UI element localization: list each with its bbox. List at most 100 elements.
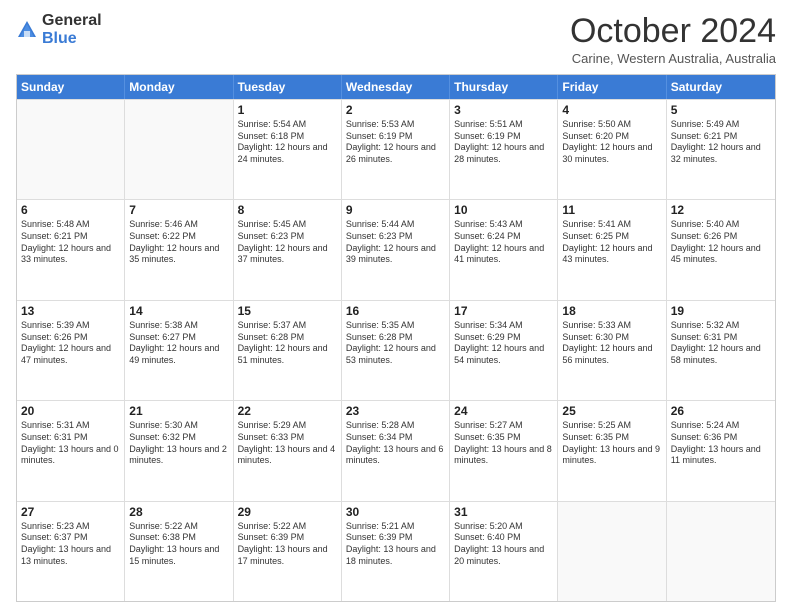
logo-blue-text: Blue <box>42 30 102 48</box>
month-title: October 2024 <box>570 12 776 51</box>
page: General Blue October 2024 Carine, Wester… <box>0 0 792 612</box>
cal-cell-3-5: 25 Sunrise: 5:25 AM Sunset: 6:35 PM Dayli… <box>558 401 666 500</box>
cal-cell-1-1: 7Sunrise: 5:46 AM Sunset: 6:22 PM Daylig… <box>125 200 233 299</box>
day-number: 30 <box>346 505 445 519</box>
cell-info: Sunrise: 5:49 AM Sunset: 6:21 PM Dayligh… <box>671 119 771 166</box>
cal-cell-0-5: 4 Sunrise: 5:50 AM Sunset: 6:20 PM Daylig… <box>558 100 666 199</box>
cal-cell-0-4: 3Sunrise: 5:51 AM Sunset: 6:19 PM Daylig… <box>450 100 558 199</box>
day-number: 16 <box>346 304 445 318</box>
cal-cell-0-6: 5 Sunrise: 5:49 AM Sunset: 6:21 PM Daylig… <box>667 100 775 199</box>
cal-cell-1-3: 9 Sunrise: 5:44 AM Sunset: 6:23 PM Daylig… <box>342 200 450 299</box>
cal-header-saturday: Saturday <box>667 75 775 99</box>
day-number: 19 <box>671 304 771 318</box>
cell-info: Sunrise: 5:46 AM Sunset: 6:22 PM Dayligh… <box>129 219 228 266</box>
cal-cell-2-4: 17 Sunrise: 5:34 AM Sunset: 6:29 PM Dayli… <box>450 301 558 400</box>
cal-cell-4-3: 30 Sunrise: 5:21 AM Sunset: 6:39 PM Dayli… <box>342 502 450 601</box>
day-number: 12 <box>671 203 771 217</box>
cal-cell-0-1 <box>125 100 233 199</box>
cal-cell-2-3: 16 Sunrise: 5:35 AM Sunset: 6:28 PM Dayli… <box>342 301 450 400</box>
cal-cell-2-1: 14 Sunrise: 5:38 AM Sunset: 6:27 PM Dayli… <box>125 301 233 400</box>
day-number: 6 <box>21 203 120 217</box>
cal-cell-3-6: 26Sunrise: 5:24 AM Sunset: 6:36 PM Dayli… <box>667 401 775 500</box>
day-number: 9 <box>346 203 445 217</box>
cell-info: Sunrise: 5:30 AM Sunset: 6:32 PM Dayligh… <box>129 420 228 467</box>
cell-info: Sunrise: 5:48 AM Sunset: 6:21 PM Dayligh… <box>21 219 120 266</box>
day-number: 31 <box>454 505 553 519</box>
cal-cell-3-4: 24 Sunrise: 5:27 AM Sunset: 6:35 PM Dayli… <box>450 401 558 500</box>
cell-info: Sunrise: 5:54 AM Sunset: 6:18 PM Dayligh… <box>238 119 337 166</box>
day-number: 22 <box>238 404 337 418</box>
cell-info: Sunrise: 5:24 AM Sunset: 6:36 PM Dayligh… <box>671 420 771 467</box>
cell-info: Sunrise: 5:22 AM Sunset: 6:38 PM Dayligh… <box>129 521 228 568</box>
cal-row-2: 13 Sunrise: 5:39 AM Sunset: 6:26 PM Dayli… <box>17 300 775 400</box>
day-number: 25 <box>562 404 661 418</box>
cal-row-1: 6 Sunrise: 5:48 AM Sunset: 6:21 PM Daylig… <box>17 199 775 299</box>
cal-cell-1-0: 6 Sunrise: 5:48 AM Sunset: 6:21 PM Daylig… <box>17 200 125 299</box>
logo-icon <box>16 19 38 41</box>
day-number: 4 <box>562 103 661 117</box>
cell-info: Sunrise: 5:53 AM Sunset: 6:19 PM Dayligh… <box>346 119 445 166</box>
cal-cell-4-1: 28 Sunrise: 5:22 AM Sunset: 6:38 PM Dayli… <box>125 502 233 601</box>
cal-cell-0-2: 1 Sunrise: 5:54 AM Sunset: 6:18 PM Daylig… <box>234 100 342 199</box>
cal-cell-1-4: 10 Sunrise: 5:43 AM Sunset: 6:24 PM Dayli… <box>450 200 558 299</box>
cell-info: Sunrise: 5:27 AM Sunset: 6:35 PM Dayligh… <box>454 420 553 467</box>
cal-cell-2-2: 15 Sunrise: 5:37 AM Sunset: 6:28 PM Dayli… <box>234 301 342 400</box>
header: General Blue October 2024 Carine, Wester… <box>16 12 776 66</box>
cell-info: Sunrise: 5:38 AM Sunset: 6:27 PM Dayligh… <box>129 320 228 367</box>
cal-cell-4-2: 29 Sunrise: 5:22 AM Sunset: 6:39 PM Dayli… <box>234 502 342 601</box>
cal-cell-1-6: 12Sunrise: 5:40 AM Sunset: 6:26 PM Dayli… <box>667 200 775 299</box>
cell-info: Sunrise: 5:29 AM Sunset: 6:33 PM Dayligh… <box>238 420 337 467</box>
cell-info: Sunrise: 5:25 AM Sunset: 6:35 PM Dayligh… <box>562 420 661 467</box>
day-number: 8 <box>238 203 337 217</box>
cal-row-0: 1 Sunrise: 5:54 AM Sunset: 6:18 PM Daylig… <box>17 99 775 199</box>
cell-info: Sunrise: 5:22 AM Sunset: 6:39 PM Dayligh… <box>238 521 337 568</box>
day-number: 15 <box>238 304 337 318</box>
cal-cell-4-4: 31 Sunrise: 5:20 AM Sunset: 6:40 PM Dayli… <box>450 502 558 601</box>
cell-info: Sunrise: 5:23 AM Sunset: 6:37 PM Dayligh… <box>21 521 120 568</box>
cal-cell-3-0: 20Sunrise: 5:31 AM Sunset: 6:31 PM Dayli… <box>17 401 125 500</box>
day-number: 21 <box>129 404 228 418</box>
day-number: 17 <box>454 304 553 318</box>
day-number: 10 <box>454 203 553 217</box>
cal-header-wednesday: Wednesday <box>342 75 450 99</box>
day-number: 29 <box>238 505 337 519</box>
cal-cell-4-0: 27Sunrise: 5:23 AM Sunset: 6:37 PM Dayli… <box>17 502 125 601</box>
cal-header-thursday: Thursday <box>450 75 558 99</box>
cell-info: Sunrise: 5:33 AM Sunset: 6:30 PM Dayligh… <box>562 320 661 367</box>
day-number: 13 <box>21 304 120 318</box>
cell-info: Sunrise: 5:43 AM Sunset: 6:24 PM Dayligh… <box>454 219 553 266</box>
cal-header-tuesday: Tuesday <box>234 75 342 99</box>
day-number: 1 <box>238 103 337 117</box>
cell-info: Sunrise: 5:21 AM Sunset: 6:39 PM Dayligh… <box>346 521 445 568</box>
logo: General Blue <box>16 12 102 47</box>
cal-cell-0-0 <box>17 100 125 199</box>
cal-row-3: 20Sunrise: 5:31 AM Sunset: 6:31 PM Dayli… <box>17 400 775 500</box>
cal-header-friday: Friday <box>558 75 666 99</box>
cal-header-sunday: Sunday <box>17 75 125 99</box>
location-subtitle: Carine, Western Australia, Australia <box>570 51 776 66</box>
cal-cell-4-6 <box>667 502 775 601</box>
cell-info: Sunrise: 5:44 AM Sunset: 6:23 PM Dayligh… <box>346 219 445 266</box>
calendar: SundayMondayTuesdayWednesdayThursdayFrid… <box>16 74 776 602</box>
cell-info: Sunrise: 5:20 AM Sunset: 6:40 PM Dayligh… <box>454 521 553 568</box>
day-number: 28 <box>129 505 228 519</box>
day-number: 2 <box>346 103 445 117</box>
day-number: 20 <box>21 404 120 418</box>
cell-info: Sunrise: 5:39 AM Sunset: 6:26 PM Dayligh… <box>21 320 120 367</box>
cal-cell-3-3: 23Sunrise: 5:28 AM Sunset: 6:34 PM Dayli… <box>342 401 450 500</box>
cell-info: Sunrise: 5:32 AM Sunset: 6:31 PM Dayligh… <box>671 320 771 367</box>
cal-cell-0-3: 2 Sunrise: 5:53 AM Sunset: 6:19 PM Daylig… <box>342 100 450 199</box>
cal-row-4: 27Sunrise: 5:23 AM Sunset: 6:37 PM Dayli… <box>17 501 775 601</box>
day-number: 11 <box>562 203 661 217</box>
cal-cell-2-6: 19 Sunrise: 5:32 AM Sunset: 6:31 PM Dayli… <box>667 301 775 400</box>
cell-info: Sunrise: 5:50 AM Sunset: 6:20 PM Dayligh… <box>562 119 661 166</box>
day-number: 24 <box>454 404 553 418</box>
cell-info: Sunrise: 5:37 AM Sunset: 6:28 PM Dayligh… <box>238 320 337 367</box>
cell-info: Sunrise: 5:35 AM Sunset: 6:28 PM Dayligh… <box>346 320 445 367</box>
day-number: 14 <box>129 304 228 318</box>
day-number: 5 <box>671 103 771 117</box>
cell-info: Sunrise: 5:34 AM Sunset: 6:29 PM Dayligh… <box>454 320 553 367</box>
cal-cell-2-0: 13 Sunrise: 5:39 AM Sunset: 6:26 PM Dayli… <box>17 301 125 400</box>
title-block: October 2024 Carine, Western Australia, … <box>570 12 776 66</box>
cal-cell-1-5: 11Sunrise: 5:41 AM Sunset: 6:25 PM Dayli… <box>558 200 666 299</box>
